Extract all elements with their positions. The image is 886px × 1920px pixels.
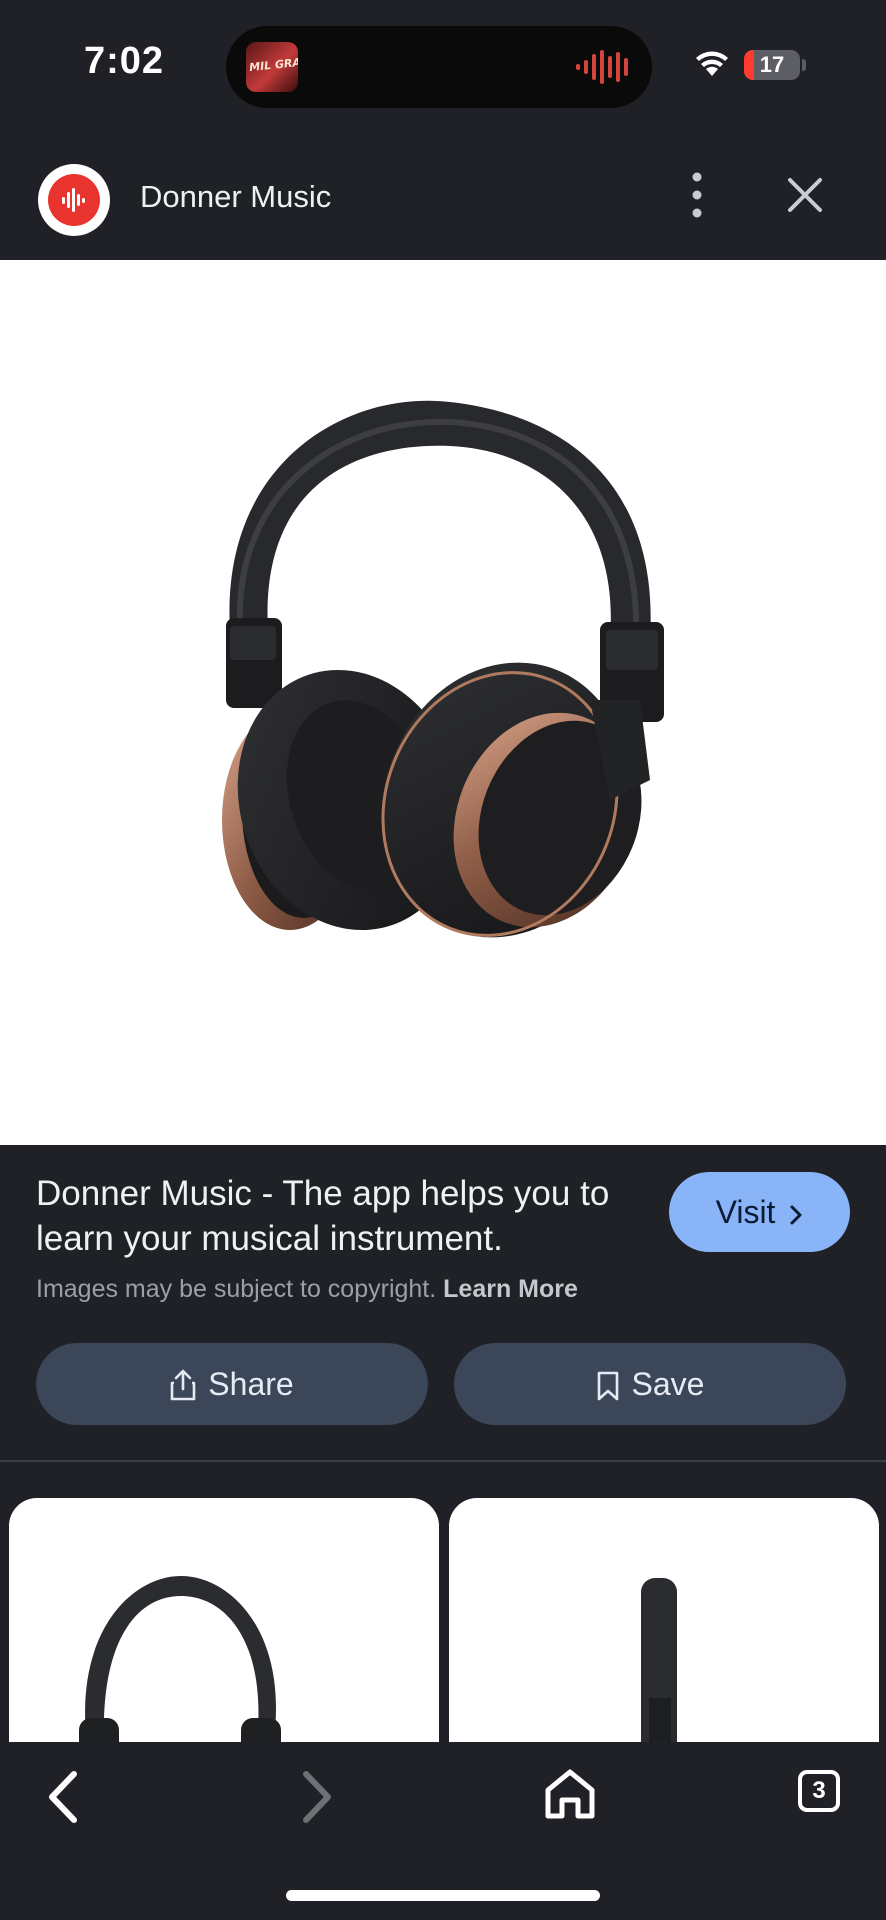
- learn-more-link[interactable]: Learn More: [443, 1275, 578, 1303]
- related-image-card[interactable]: [9, 1498, 439, 1742]
- tabs-button[interactable]: 3: [798, 1770, 840, 1812]
- visit-button-label: Visit: [715, 1194, 776, 1230]
- more-vert-icon[interactable]: [682, 168, 712, 222]
- sound-bars-icon: [62, 188, 85, 212]
- copyright-text: Images may be subject to copyright.: [36, 1275, 437, 1303]
- bottom-toolbar: 3: [0, 1742, 886, 1920]
- bookmark-icon: [597, 1371, 618, 1401]
- now-playing-artwork[interactable]: MIL GRACIAS: [246, 42, 298, 92]
- battery-level: 17: [759, 52, 785, 77]
- status-time: 7:02: [84, 40, 165, 82]
- audio-wave-icon: [576, 50, 628, 84]
- share-button[interactable]: Share: [36, 1343, 428, 1425]
- home-indicator[interactable]: [286, 1890, 600, 1901]
- product-image[interactable]: [0, 260, 886, 1145]
- image-info-panel: Donner Music - The app helps you to lear…: [0, 1145, 886, 1460]
- save-button[interactable]: Save: [454, 1343, 846, 1425]
- image-description[interactable]: Donner Music - The app helps you to lear…: [36, 1171, 636, 1261]
- save-label: Save: [631, 1366, 705, 1402]
- headphones-image: [222, 400, 664, 938]
- battery-indicator: 17: [744, 50, 800, 80]
- chevron-right-icon: [790, 1205, 802, 1225]
- share-icon: [170, 1369, 196, 1401]
- dynamic-island[interactable]: MIL GRACIAS: [226, 26, 652, 108]
- visit-button[interactable]: Visit: [669, 1172, 850, 1252]
- close-icon[interactable]: [782, 172, 828, 218]
- app-header: Donner Music: [0, 130, 886, 260]
- status-bar: 7:02 MIL GRACIAS 17: [0, 0, 886, 130]
- page-title: Donner Music: [140, 179, 332, 214]
- wifi-icon: [696, 51, 728, 76]
- now-playing-art-text: MIL GRACIAS: [248, 52, 298, 75]
- home-icon[interactable]: [542, 1766, 598, 1822]
- forward-arrow-icon[interactable]: [296, 1770, 336, 1824]
- donner-music-logo-icon: [38, 164, 110, 236]
- headphones-front-image: [79, 1576, 281, 1742]
- related-image-card[interactable]: [449, 1498, 879, 1742]
- back-arrow-icon[interactable]: [44, 1770, 84, 1824]
- share-label: Share: [208, 1366, 294, 1402]
- copyright-notice: Images may be subject to copyright. Lear…: [36, 1275, 578, 1304]
- related-images-grid: [0, 1462, 886, 1742]
- battery-tip: [802, 59, 806, 71]
- headphones-side-image: [641, 1578, 677, 1742]
